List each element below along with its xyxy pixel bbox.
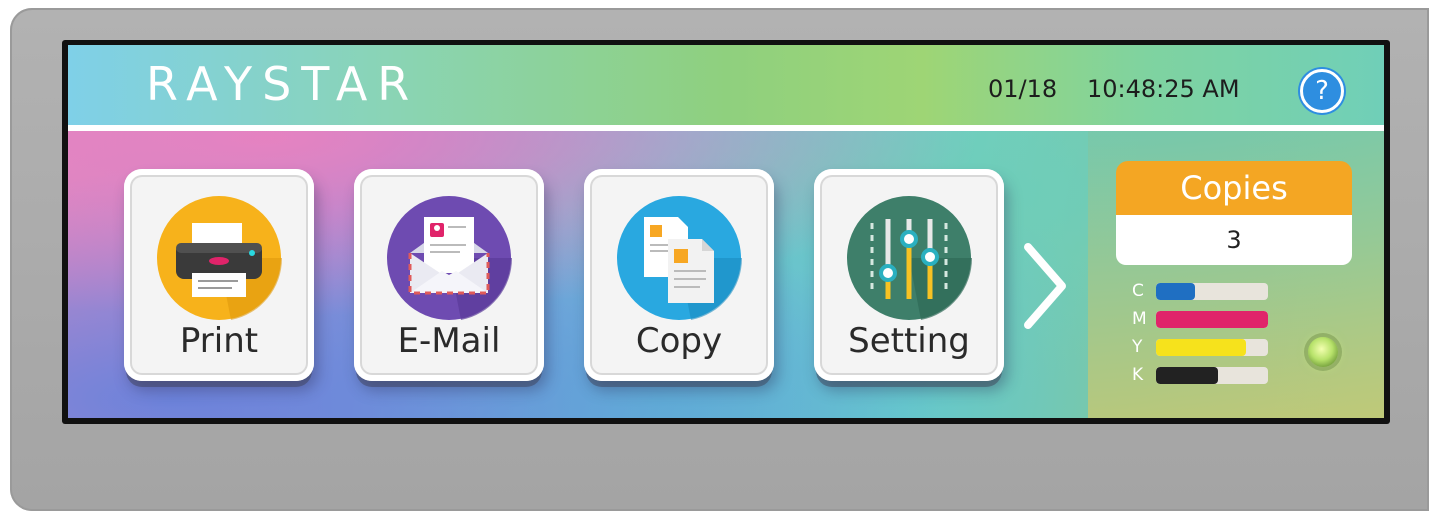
ink-track: [1156, 311, 1268, 328]
ink-track: [1156, 367, 1268, 384]
brand-logo: RAYSTAR: [146, 57, 420, 111]
email-label: E-Mail: [397, 321, 501, 361]
ink-label: M: [1132, 309, 1147, 329]
touch-screen: RAYSTAR 01/18 10:48:25 AM ? Print E-Mail…: [68, 45, 1384, 418]
ink-fill: [1156, 339, 1246, 356]
sliders-icon: [847, 196, 972, 320]
ink-label: Y: [1132, 337, 1143, 357]
ink-track: [1156, 283, 1268, 300]
date-display: 01/18: [988, 75, 1058, 103]
copies-title: Copies: [1116, 161, 1352, 215]
copy-button[interactable]: Copy: [584, 169, 774, 381]
print-button[interactable]: Print: [124, 169, 314, 381]
chevron-right-icon[interactable]: [1020, 241, 1070, 331]
ink-fill: [1156, 311, 1268, 328]
documents-icon: [617, 196, 742, 320]
ink-track: [1156, 339, 1268, 356]
ink-label: C: [1132, 281, 1144, 301]
copies-value[interactable]: 3: [1116, 215, 1352, 265]
ink-label: K: [1132, 365, 1144, 385]
ink-fill: [1156, 283, 1196, 300]
setting-button[interactable]: Setting: [814, 169, 1004, 381]
print-label: Print: [179, 321, 259, 361]
envelope-icon: [387, 196, 512, 320]
time-display: 10:48:25 AM: [1087, 75, 1240, 103]
printer-icon: [157, 196, 282, 320]
question-icon[interactable]: ?: [1300, 69, 1344, 113]
status-led-icon: [1308, 337, 1338, 367]
copy-label: Copy: [635, 321, 723, 361]
ink-fill: [1156, 367, 1218, 384]
setting-label: Setting: [848, 321, 970, 361]
email-button[interactable]: E-Mail: [354, 169, 544, 381]
